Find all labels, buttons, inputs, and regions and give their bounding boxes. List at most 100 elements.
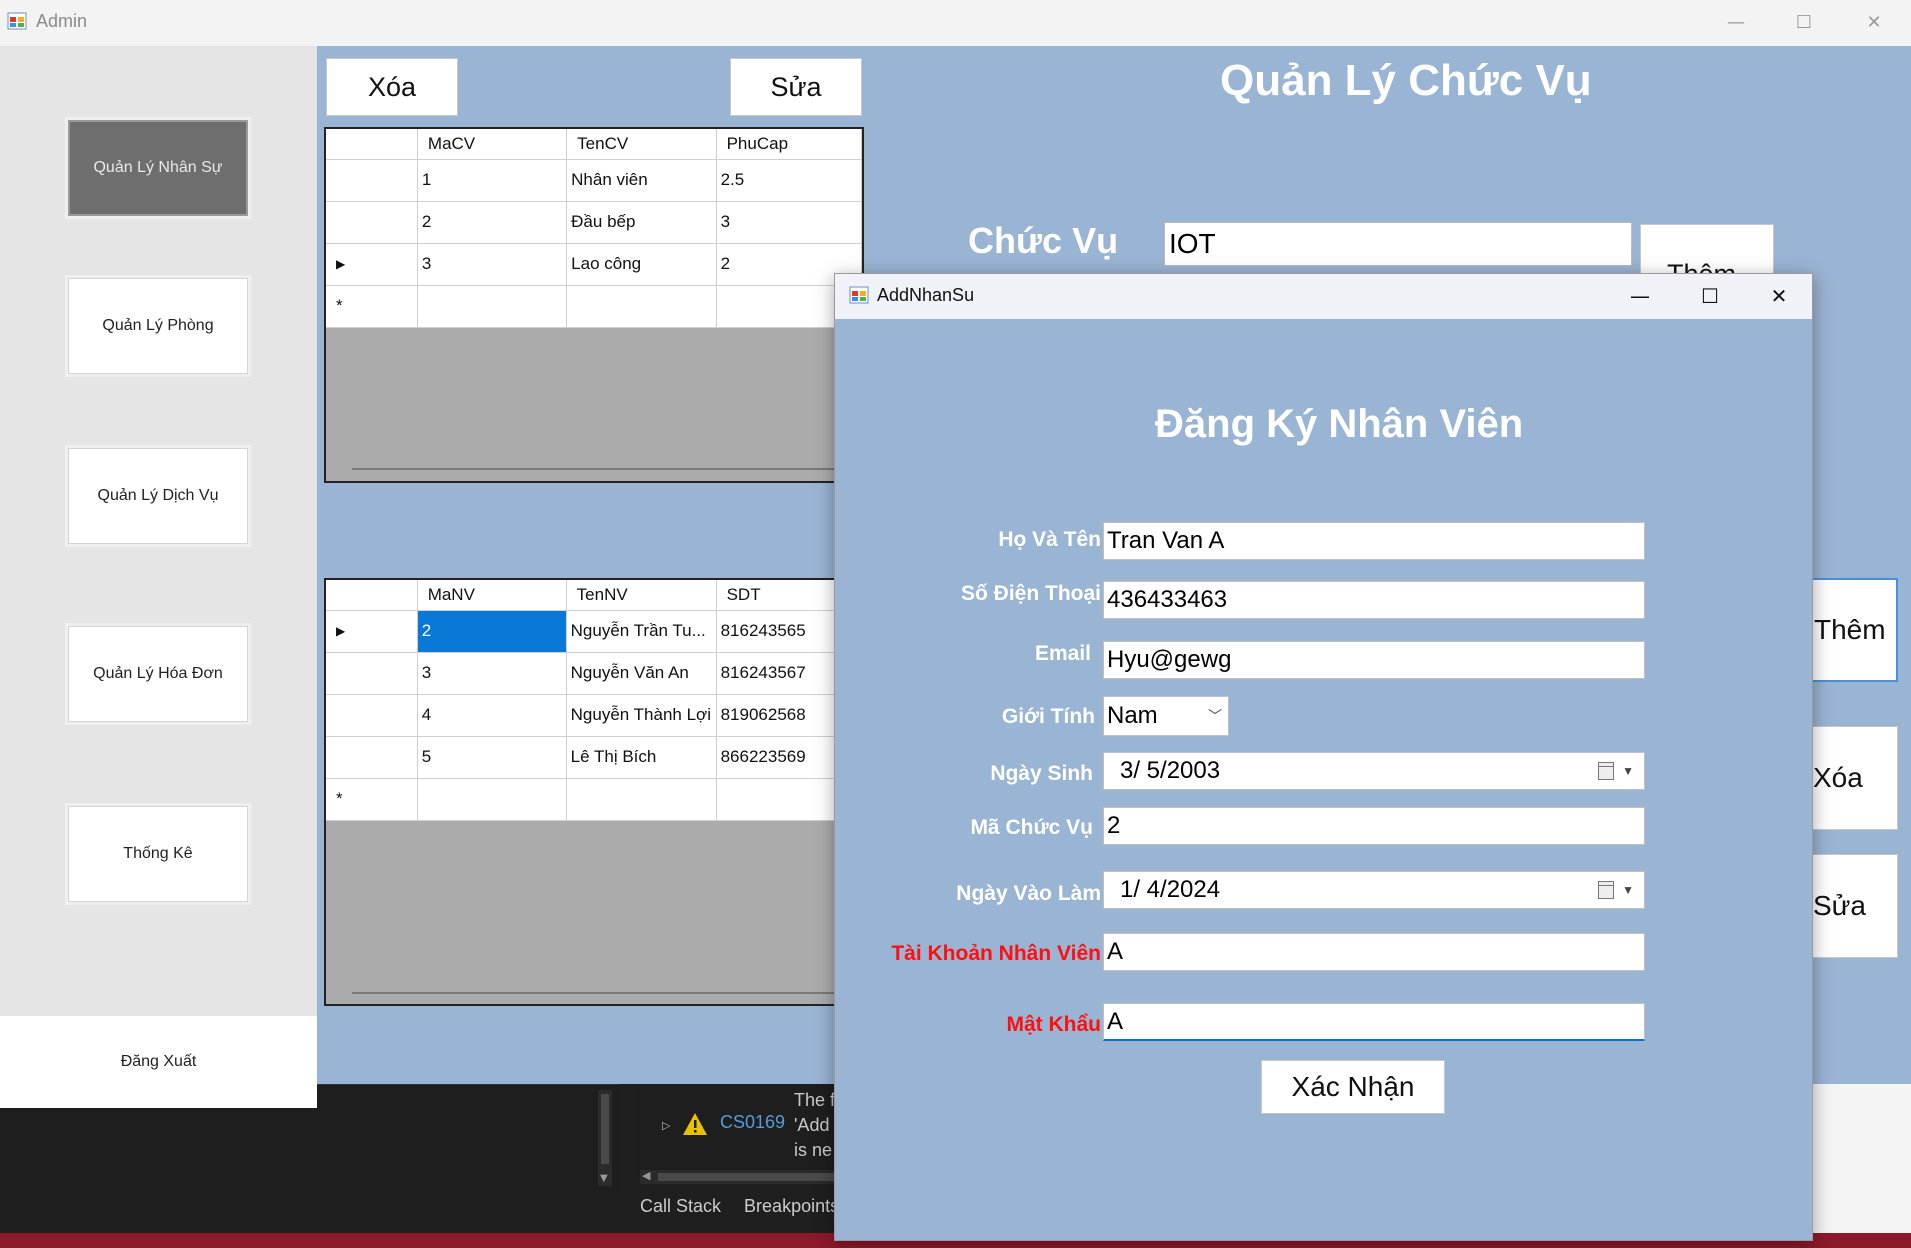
current-row-indicator[interactable]: ▶ <box>326 243 418 286</box>
start-date-label: Ngày Vào Làm <box>956 882 1101 905</box>
maximize-button[interactable]: ☐ <box>1680 278 1740 314</box>
cell-macv[interactable]: 2 <box>417 201 568 244</box>
edit-employee-button[interactable]: Sửa <box>1800 854 1898 958</box>
current-row-indicator[interactable]: ▶ <box>326 610 418 653</box>
positions-grid[interactable]: MaCV TenCV PhuCap 1 Nhân viên 2.5 2 Đầu … <box>324 127 864 483</box>
chevron-down-icon[interactable]: ▼ <box>600 1173 608 1184</box>
cell-empty[interactable] <box>417 285 568 328</box>
new-row[interactable]: * <box>326 285 862 328</box>
ide-horizontal-scrollbar[interactable]: ◀ <box>640 1169 840 1184</box>
table-row[interactable]: 5 Lê Thị Bích 866223569 <box>326 736 862 779</box>
cell-manv[interactable]: 5 <box>417 736 567 779</box>
app-icon <box>7 12 27 30</box>
table-row[interactable]: 3 Nguyễn Văn An 816243567 <box>326 652 862 695</box>
edit-button[interactable]: Sửa <box>730 58 862 116</box>
cell-empty[interactable] <box>417 778 567 821</box>
new-row-indicator[interactable]: * <box>326 778 418 821</box>
expand-icon[interactable]: ▷ <box>662 1119 670 1132</box>
chevron-down-icon[interactable]: ﹀ <box>1208 697 1222 735</box>
tab-call-stack[interactable]: Call Stack <box>640 1196 721 1216</box>
grid-header-row: MaNV TenNV SDT <box>326 580 862 611</box>
cell-manv[interactable]: 3 <box>417 652 567 695</box>
email-input[interactable]: Hyu@gewg <box>1103 641 1645 679</box>
logout-button[interactable]: Đăng Xuất <box>0 1016 317 1108</box>
table-row[interactable]: ▶ 3 Lao công 2 <box>326 243 862 286</box>
cell-empty[interactable] <box>566 285 717 328</box>
gender-select[interactable]: Nam ﹀ <box>1103 696 1229 736</box>
row-header-corner[interactable] <box>326 129 418 160</box>
ide-vertical-scrollbar[interactable]: ▼ <box>598 1090 612 1186</box>
cell-manv-selected[interactable]: 2 <box>417 610 567 653</box>
horizontal-scrollbar[interactable] <box>352 468 842 470</box>
calendar-icon[interactable] <box>1598 881 1614 899</box>
table-row[interactable]: 2 Đầu bếp 3 <box>326 201 862 244</box>
chuc-vu-input[interactable]: IOT <box>1164 222 1632 266</box>
calendar-icon[interactable] <box>1598 762 1614 780</box>
delete-employee-button[interactable]: Xóa <box>1800 726 1898 830</box>
cell-tennv[interactable]: Nguyễn Trần Tu... <box>566 610 717 653</box>
app-icon <box>849 286 869 304</box>
sidebar-item-quan-ly-hoa-don[interactable]: Quản Lý Hóa Đơn <box>68 626 248 722</box>
dropdown-arrow-icon[interactable]: ▼ <box>1622 753 1634 789</box>
column-header-manv[interactable]: MaNV <box>417 580 567 611</box>
fullname-input[interactable]: Tran Van A <box>1103 522 1645 560</box>
row-header[interactable] <box>326 159 418 202</box>
position-id-input[interactable]: 2 <box>1103 807 1645 845</box>
row-header[interactable] <box>326 201 418 244</box>
column-header-tennv[interactable]: TenNV <box>566 580 717 611</box>
dialog-title: AddNhanSu <box>877 285 975 305</box>
scrollbar-thumb[interactable] <box>601 1094 609 1164</box>
admin-title-bar[interactable]: Admin — ☐ ✕ <box>0 0 1911 46</box>
row-header[interactable] <box>326 694 418 737</box>
cell-tennv[interactable]: Lê Thị Bích <box>566 736 717 779</box>
column-header-macv[interactable]: MaCV <box>417 129 568 160</box>
table-row[interactable]: 1 Nhân viên 2.5 <box>326 159 862 202</box>
scrollbar-thumb[interactable] <box>658 1173 838 1181</box>
row-header[interactable] <box>326 736 418 779</box>
sidebar-item-thong-ke[interactable]: Thống Kê <box>68 806 248 902</box>
table-row[interactable]: 4 Nguyễn Thành Lợi 819062568 <box>326 694 862 737</box>
add-employee-button[interactable]: Thêm <box>1800 578 1898 682</box>
dialog-title-bar[interactable]: AddNhanSu — ☐ ✕ <box>835 274 1812 319</box>
birthdate-picker[interactable]: 3/ 5/2003 ▼ <box>1103 752 1645 790</box>
cell-tennv[interactable]: Nguyễn Văn An <box>566 652 717 695</box>
horizontal-scrollbar[interactable] <box>352 992 842 994</box>
tab-breakpoints[interactable]: Breakpoints <box>744 1196 839 1216</box>
new-row-indicator[interactable]: * <box>326 285 418 328</box>
cell-phucap[interactable]: 3 <box>716 201 862 244</box>
close-button[interactable]: ✕ <box>1842 6 1906 40</box>
cell-manv[interactable]: 4 <box>417 694 567 737</box>
password-input[interactable]: A <box>1103 1003 1645 1041</box>
cell-tencv[interactable]: Lao công <box>566 243 717 286</box>
minimize-button[interactable]: — <box>1704 6 1768 40</box>
row-header-corner[interactable] <box>326 580 418 611</box>
dropdown-arrow-icon[interactable]: ▼ <box>1622 872 1634 908</box>
close-button[interactable]: ✕ <box>1749 278 1809 314</box>
cell-macv[interactable]: 1 <box>417 159 568 202</box>
sidebar-item-quan-ly-dich-vu[interactable]: Quản Lý Dịch Vụ <box>68 448 248 544</box>
employees-grid[interactable]: MaNV TenNV SDT ▶ 2 Nguyễn Trần Tu... 816… <box>324 578 864 1006</box>
new-row[interactable]: * <box>326 778 862 821</box>
column-header-tencv[interactable]: TenCV <box>566 129 717 160</box>
sidebar-item-quan-ly-nhan-su[interactable]: Quản Lý Nhân Sự <box>68 120 248 216</box>
table-row[interactable]: ▶ 2 Nguyễn Trần Tu... 816243565 <box>326 610 862 653</box>
error-code[interactable]: CS0169 <box>720 1112 785 1133</box>
cell-phucap[interactable]: 2.5 <box>716 159 862 202</box>
sidebar-item-quan-ly-phong[interactable]: Quản Lý Phòng <box>68 278 248 374</box>
ide-tabs: Call Stack Breakpoints <box>640 1196 857 1217</box>
cell-macv[interactable]: 3 <box>417 243 568 286</box>
cell-tencv[interactable]: Nhân viên <box>566 159 717 202</box>
minimize-button[interactable]: — <box>1610 278 1670 314</box>
column-header-phucap[interactable]: PhuCap <box>716 129 862 160</box>
maximize-button[interactable]: ☐ <box>1772 6 1836 40</box>
chevron-left-icon[interactable]: ◀ <box>642 1169 650 1182</box>
delete-button[interactable]: Xóa <box>326 58 458 116</box>
cell-tencv[interactable]: Đầu bếp <box>566 201 717 244</box>
cell-empty[interactable] <box>566 778 717 821</box>
phone-input[interactable]: 436433463 <box>1103 581 1645 619</box>
row-header[interactable] <box>326 652 418 695</box>
start-date-picker[interactable]: 1/ 4/2024 ▼ <box>1103 871 1645 909</box>
account-input[interactable]: A <box>1103 933 1645 971</box>
confirm-button[interactable]: Xác Nhận <box>1261 1060 1445 1114</box>
cell-tennv[interactable]: Nguyễn Thành Lợi <box>566 694 717 737</box>
